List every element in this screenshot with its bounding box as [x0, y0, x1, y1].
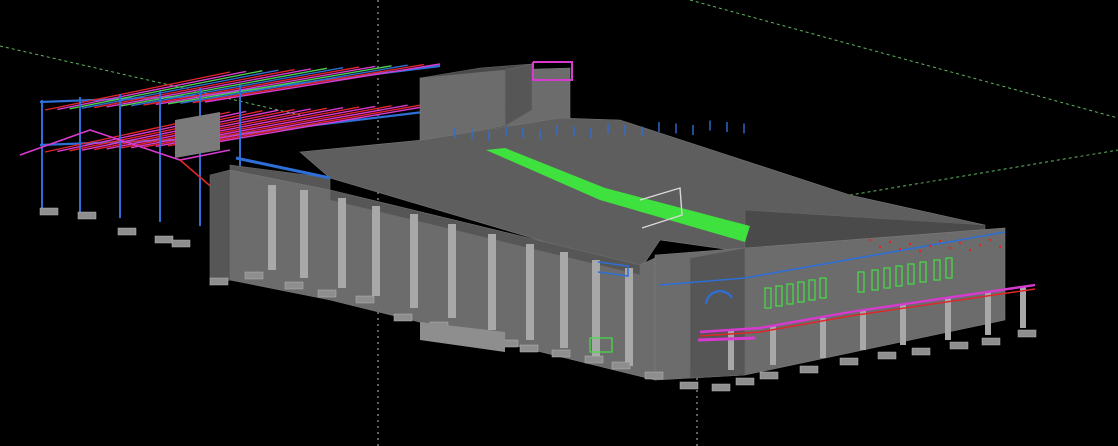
footing-22	[759, 371, 779, 380]
footing-3	[117, 227, 137, 236]
mep-fixture	[888, 240, 892, 244]
mep-fixture	[938, 239, 942, 243]
footing-29	[1017, 329, 1037, 338]
mep-fixture	[968, 248, 972, 252]
column-4	[372, 206, 380, 296]
mep-fixture	[988, 238, 992, 242]
east-column-7	[985, 292, 991, 335]
column-5	[410, 214, 418, 308]
footing-11	[393, 313, 413, 322]
footing-18	[644, 371, 664, 380]
footing-15	[551, 349, 571, 358]
footing-24	[839, 357, 859, 366]
mep-fixture	[868, 238, 872, 242]
mep-fixture	[978, 243, 982, 247]
footing-16	[584, 355, 604, 364]
footing-20	[711, 383, 731, 392]
footing-19	[679, 381, 699, 390]
footing-9	[317, 289, 337, 298]
mep-fixture	[878, 245, 882, 249]
mep-fixture	[948, 246, 952, 250]
building-model-canvas[interactable]	[0, 0, 1118, 446]
column-3	[338, 198, 346, 288]
mep-fixture	[898, 247, 902, 251]
column-2	[300, 190, 308, 278]
footing-14	[519, 344, 539, 353]
column-11	[625, 268, 633, 366]
mep-fixture	[908, 242, 912, 246]
frame-beam	[192, 63, 424, 104]
east-facade[interactable]	[654, 227, 1006, 381]
frame-core-block	[175, 112, 220, 158]
3d-model-viewport[interactable]	[0, 0, 1118, 446]
footing-23	[799, 365, 819, 374]
pipe-run-corner	[697, 336, 756, 342]
mep-fixture	[998, 245, 1002, 249]
footing-28	[981, 337, 1001, 346]
east-column-4	[860, 310, 866, 350]
footing-4	[154, 235, 174, 244]
footing-2	[77, 211, 97, 220]
east-column-3	[820, 318, 826, 358]
footing-26	[911, 347, 931, 356]
mep-fixture	[958, 241, 962, 245]
footing-21	[735, 377, 755, 386]
column-1	[268, 185, 276, 270]
column-7	[488, 234, 496, 330]
east-column-8	[1020, 286, 1026, 328]
mep-fixture	[918, 249, 922, 253]
column-9	[560, 252, 568, 348]
column-6	[448, 224, 456, 318]
mep-fixture	[928, 244, 932, 248]
footing-7	[244, 271, 264, 280]
footing-17	[611, 361, 631, 370]
footing-10	[355, 295, 375, 304]
footing-8	[284, 281, 304, 290]
footing-1	[39, 207, 59, 216]
west-wall	[209, 169, 231, 286]
east-column-2	[770, 325, 776, 365]
east-column-5	[900, 304, 906, 345]
east-wall-dark	[689, 247, 746, 379]
footing-25	[877, 351, 897, 360]
guide-line-left	[0, 45, 301, 116]
east-column-1	[728, 330, 734, 370]
footing-6	[209, 277, 229, 286]
column-8	[526, 244, 534, 340]
footing-5	[171, 239, 191, 248]
guide-line-top-right	[689, 0, 1118, 119]
east-column-6	[945, 298, 951, 340]
column-10	[592, 260, 600, 356]
footing-27	[949, 341, 969, 350]
